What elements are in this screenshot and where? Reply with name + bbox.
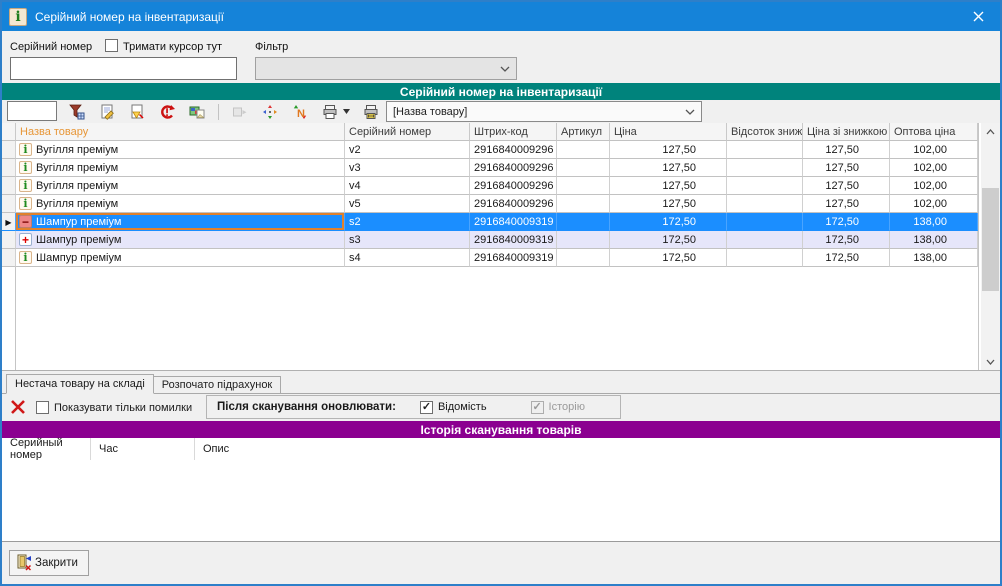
dialog-window: Серійний номер на інвентаризації Серійни… <box>0 0 1002 586</box>
serial-number-label: Серійний номер <box>10 41 92 53</box>
clear-filter-icon[interactable] <box>128 103 146 121</box>
table-row[interactable]: Вугілля преміум v4 2916840009296 127,50 … <box>2 177 978 195</box>
vertical-scrollbar[interactable] <box>981 123 1000 370</box>
after-scan-label: Після сканування оновлювати: <box>217 401 396 413</box>
table-row[interactable]: Вугілля преміум v3 2916840009296 127,50 … <box>2 159 978 177</box>
filter-icon[interactable] <box>68 103 86 121</box>
chevron-down-icon <box>685 106 695 118</box>
info-icon <box>19 143 32 156</box>
group-by-combobox-value: [Назва товару] <box>393 106 467 118</box>
print-icon[interactable] <box>321 103 339 121</box>
toolbar-separator <box>218 104 219 120</box>
show-errors-label: Показувати тільки помилки <box>54 402 192 414</box>
print-barcode-icon[interactable] <box>362 103 380 121</box>
scroll-up-icon[interactable] <box>981 123 1000 140</box>
bottom-tabs: Нестача товару на складі Розпочато підра… <box>2 374 1000 394</box>
title-bar: Серійний номер на інвентаризації <box>2 2 1000 31</box>
close-icon[interactable] <box>956 2 1000 31</box>
print-dropdown-icon[interactable] <box>343 109 350 114</box>
toolbar: N [Назва товару] <box>2 100 1000 123</box>
grid-header-selector <box>2 123 16 141</box>
scrollbar-thumb[interactable] <box>982 188 999 291</box>
tab-count-started[interactable]: Розпочато підрахунок <box>154 376 281 393</box>
delete-icon[interactable] <box>10 399 26 415</box>
filter-combobox[interactable] <box>255 57 517 80</box>
footer-bar: Закрити <box>2 541 1000 584</box>
minus-icon <box>19 215 32 228</box>
history-column-description[interactable]: Опис <box>194 438 1000 460</box>
filter-label: Фільтр <box>255 41 288 53</box>
chevron-down-icon <box>500 63 510 75</box>
group-by-combobox[interactable]: [Назва товару] <box>386 101 702 122</box>
svg-text:N: N <box>297 108 305 120</box>
keep-cursor-checkbox[interactable] <box>105 39 118 52</box>
table-row[interactable]: Вугілля преміум v5 2916840009296 127,50 … <box>2 195 978 213</box>
serials-grid: Назва товару Серійний номер Штрих-код Ар… <box>2 123 1000 371</box>
keep-cursor-label: Тримати курсор тут <box>123 41 222 53</box>
section-header-serials: Серійний номер на інвентаризації <box>2 83 1000 100</box>
update-history-checkbox[interactable] <box>531 401 544 414</box>
table-row[interactable]: Шампур преміум s4 2916840009319 172,50 1… <box>2 249 978 267</box>
edit-document-icon[interactable] <box>98 103 116 121</box>
column-header-serial[interactable]: Серійний номер <box>345 123 470 141</box>
app-info-icon <box>9 8 27 26</box>
table-row[interactable]: Вугілля преміум v2 2916840009296 127,50 … <box>2 141 978 159</box>
column-header-price[interactable]: Ціна <box>610 123 727 141</box>
show-errors-checkbox[interactable] <box>36 401 49 414</box>
column-header-article[interactable]: Артикул <box>557 123 610 141</box>
window-title: Серійний номер на інвентаризації <box>35 10 224 24</box>
info-icon <box>19 197 32 210</box>
close-button[interactable]: Закрити <box>9 550 89 576</box>
info-icon <box>19 251 32 264</box>
quick-search-input[interactable] <box>7 101 57 121</box>
door-exit-icon <box>15 553 33 574</box>
after-scan-groupbox: Після сканування оновлювати: Відомість І… <box>206 395 621 419</box>
update-history-label: Історію <box>549 401 585 413</box>
grid-header-row: Назва товару Серійний номер Штрих-код Ар… <box>2 123 978 141</box>
update-sheet-label: Відомість <box>438 401 487 413</box>
info-icon <box>19 161 32 174</box>
options-row: Показувати тільки помилки Після скануван… <box>2 394 1000 421</box>
history-list <box>2 460 1000 541</box>
table-row[interactable]: Шампур преміум s3 2916840009319 172,50 1… <box>2 231 978 249</box>
history-column-time[interactable]: Час <box>90 438 194 460</box>
move-items-icon[interactable] <box>261 103 279 121</box>
column-header-name[interactable]: Назва товару <box>16 123 345 141</box>
info-icon <box>19 179 32 192</box>
column-header-wholesale[interactable]: Оптова ціна <box>890 123 978 141</box>
image-icon[interactable] <box>188 103 206 121</box>
column-header-discount-price[interactable]: Ціна зі знижкою <box>803 123 890 141</box>
scroll-down-icon[interactable] <box>981 353 1000 370</box>
tab-shortage[interactable]: Нестача товару на складі <box>6 374 154 394</box>
export-icon[interactable] <box>231 103 249 121</box>
close-button-label: Закрити <box>35 557 78 569</box>
scrollbar-track[interactable] <box>981 140 1000 353</box>
serial-number-input[interactable] <box>10 57 237 80</box>
section-header-history: Історія сканування товарів <box>2 421 1000 438</box>
grid-empty-area <box>2 267 978 370</box>
top-panel: Серійний номер Тримати курсор тут Фільтр <box>2 31 1000 83</box>
history-column-serial[interactable]: Серийный номер <box>2 438 90 460</box>
renumber-icon[interactable]: N <box>291 103 309 121</box>
column-header-discount[interactable]: Відсоток знижки <box>727 123 803 141</box>
refresh-icon[interactable] <box>158 103 176 121</box>
column-header-barcode[interactable]: Штрих-код <box>470 123 557 141</box>
plus-icon <box>19 233 32 246</box>
history-header-row: Серийный номер Час Опис <box>2 438 1000 460</box>
table-row-selected[interactable]: Шампур преміум s2 2916840009319 172,50 1… <box>2 213 978 231</box>
current-row-arrow-icon <box>5 216 11 228</box>
update-sheet-checkbox[interactable] <box>420 401 433 414</box>
